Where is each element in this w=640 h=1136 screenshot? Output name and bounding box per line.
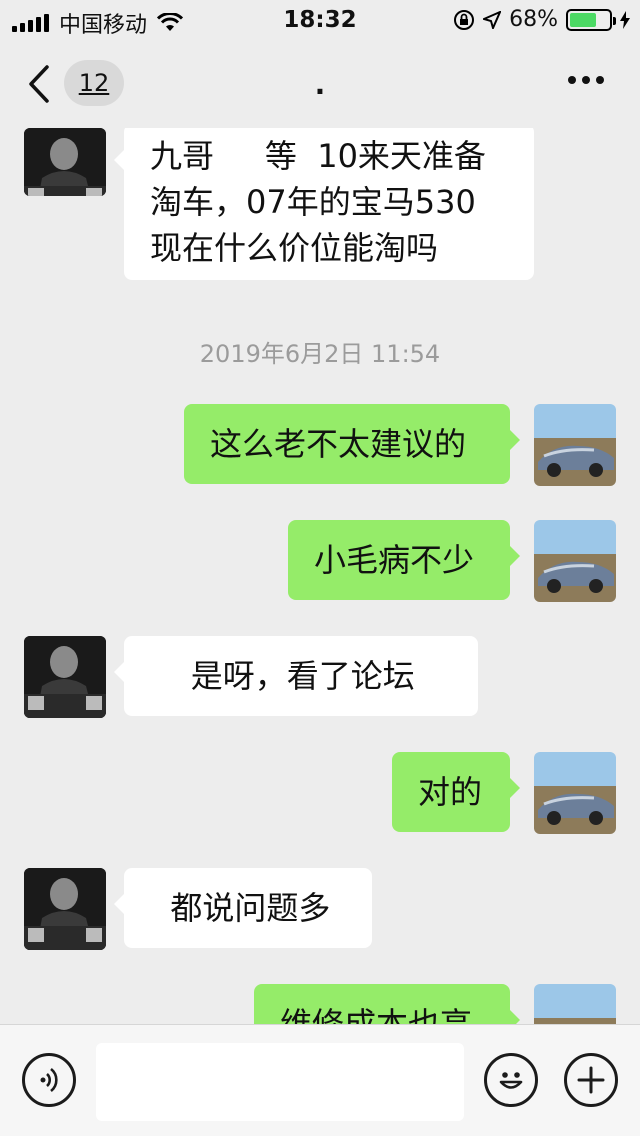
message-list[interactable]: 九哥 等 10来天准备 淘车，07年的宝马530 现在什么价位能淘吗 2019年… [0,128,640,1024]
input-toolbar [0,1024,640,1136]
battery-icon [566,8,616,31]
message-text: 是呀，看了论坛 [150,657,415,695]
more-dots-icon [568,76,576,84]
my-avatar[interactable] [534,752,616,834]
message-bubble-sent[interactable]: 对的 [392,752,520,832]
message-bubble-received[interactable]: 都说问题多 [114,868,372,948]
message-text: 小毛病不少 [314,541,475,579]
message-text: 对的 [418,773,483,811]
status-bar: 中国移动 18:32 68% [0,0,640,40]
contact-avatar[interactable] [24,868,106,950]
message-bubble-received[interactable]: 九哥 等 10来天准备 淘车，07年的宝马530 现在什么价位能淘吗 [114,128,534,280]
message-text: 都说问题多 [150,889,331,927]
contact-avatar[interactable] [24,128,106,196]
message-text: 九哥 等 10来天准备 [150,137,486,175]
emoji-button[interactable] [484,1053,538,1107]
my-avatar[interactable] [534,984,616,1024]
message-input[interactable] [96,1043,464,1121]
message-bubble-sent[interactable]: 维修成本也高 [254,984,520,1024]
battery-percent: 68% [509,7,558,32]
add-icon [577,1066,605,1094]
orientation-lock-icon [454,9,475,30]
chat-header: 12 . [0,40,640,128]
more-button[interactable] [568,76,604,84]
my-avatar[interactable] [534,404,616,486]
chat-title: . [314,68,326,101]
location-icon [483,10,502,29]
message-text: 维修成本也高 [280,1005,473,1024]
voice-icon [40,1067,58,1093]
add-button[interactable] [564,1053,618,1107]
message-bubble-sent[interactable]: 这么老不太建议的 [184,404,520,484]
message-bubble-sent[interactable]: 小毛病不少 [288,520,520,600]
message-text: 现在什么价位能淘吗 [150,229,439,267]
voice-button[interactable] [22,1053,76,1107]
emoji-icon [499,1072,523,1089]
message-text: 淘车，07年的宝马530 [150,183,476,221]
charging-icon [620,10,630,29]
message-bubble-received[interactable]: 是呀，看了论坛 [114,636,478,716]
my-avatar[interactable] [534,520,616,602]
contact-avatar[interactable] [24,636,106,718]
message-text: 这么老不太建议的 [210,425,467,463]
message-timestamp: 2019年6月2日 11:54 [199,340,441,368]
